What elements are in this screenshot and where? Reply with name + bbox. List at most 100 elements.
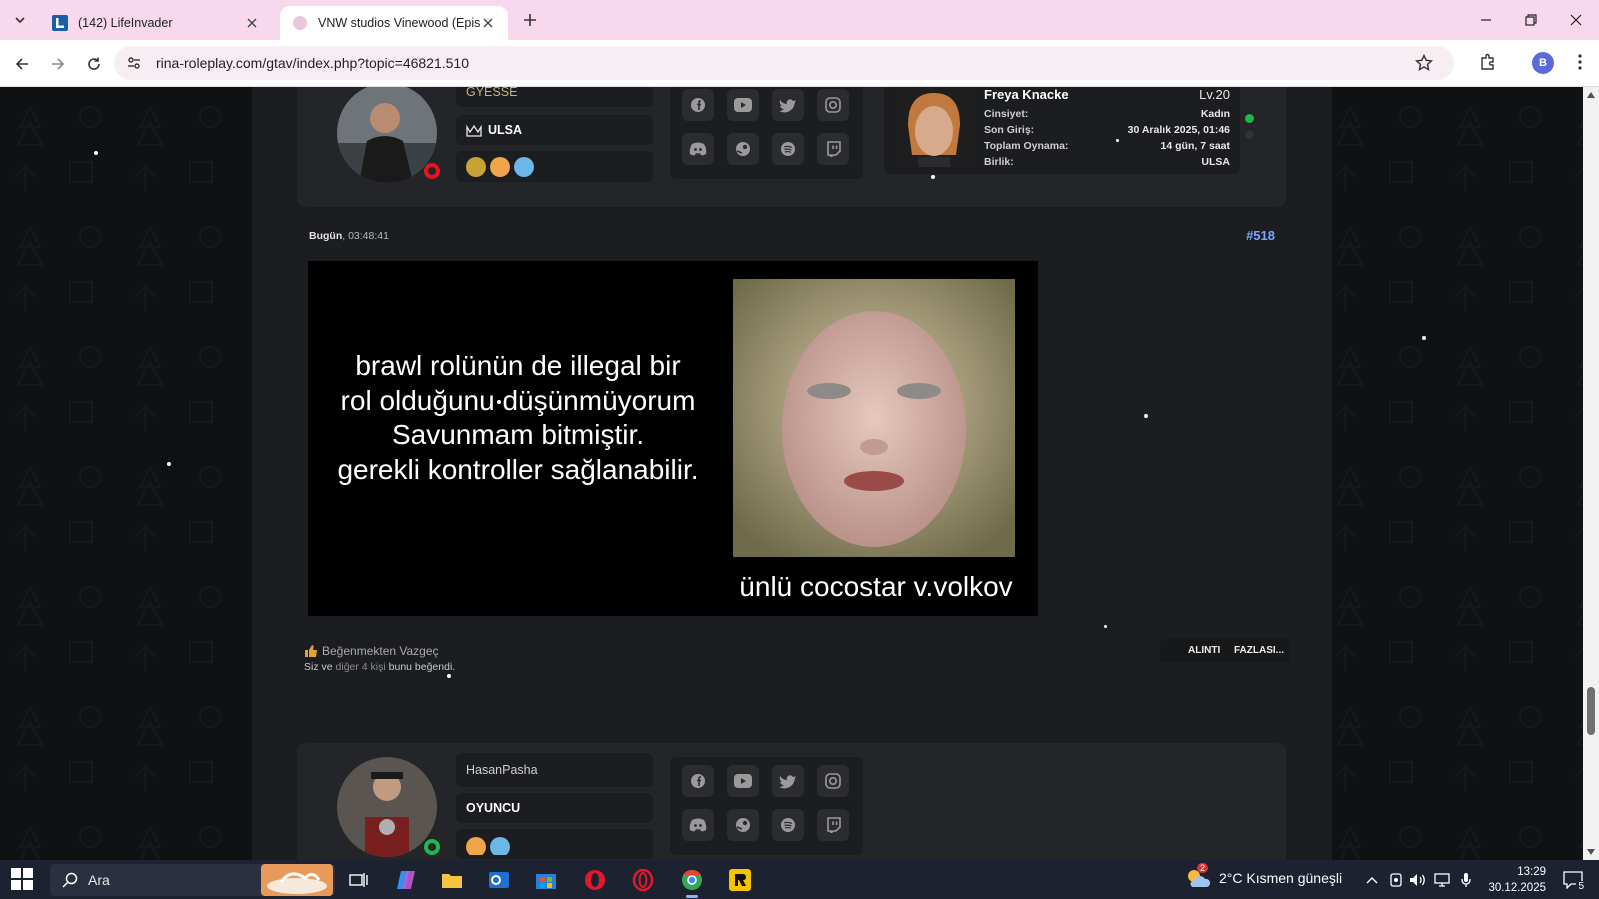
youtube-icon[interactable] [727, 765, 759, 797]
offline-status-icon [424, 163, 440, 179]
badges-pill [456, 829, 653, 859]
post-image[interactable]: brawl rolünün de illegal bir rol olduğun… [308, 261, 1038, 616]
scrollbar-thumb[interactable] [1587, 687, 1595, 735]
row-value: 14 gün, 7 saat [1160, 140, 1230, 152]
meme-face-image [733, 279, 1015, 557]
url-text[interactable]: rina-roleplay.com/gtav/index.php?topic=4… [156, 55, 469, 71]
task-view-icon[interactable] [344, 865, 374, 895]
reload-button[interactable] [80, 50, 108, 78]
browser-toolbar: rina-roleplay.com/gtav/index.php?topic=4… [0, 40, 1599, 87]
chevron-up-icon[interactable] [1362, 870, 1382, 890]
scroll-up-icon[interactable] [1586, 90, 1596, 100]
volume-icon[interactable] [1408, 870, 1428, 890]
character-name[interactable]: Freya Knacke [984, 87, 1069, 102]
chrome-icon[interactable] [677, 865, 707, 898]
badges-icon [466, 156, 534, 177]
file-explorer-icon[interactable] [437, 865, 467, 895]
character-row-gender: Cinsiyet: Kadın [984, 108, 1230, 120]
close-window-button[interactable] [1553, 0, 1598, 40]
tab-lifeinvader[interactable]: (142) LifeInvader [40, 6, 272, 40]
facebook-icon[interactable] [682, 89, 714, 121]
twitch-icon[interactable] [817, 133, 849, 165]
post-number-link[interactable]: #518 [1246, 228, 1275, 243]
meme-line: Savunmam bitmiştir. [391, 419, 645, 450]
windows-start-button[interactable] [10, 867, 36, 893]
instagram-icon[interactable] [817, 89, 849, 121]
opera-gx-icon[interactable] [628, 865, 658, 895]
facebook-icon[interactable] [682, 765, 714, 797]
spotify-icon[interactable] [772, 809, 804, 841]
close-icon[interactable] [480, 15, 496, 31]
row-key: Cinsiyet: [984, 108, 1029, 120]
notifications-button[interactable]: 5 [1562, 869, 1586, 892]
clock-time: 13:29 [1517, 866, 1546, 878]
minimize-button[interactable] [1463, 0, 1508, 40]
page-scrollbar[interactable] [1583, 87, 1599, 860]
quote-button[interactable]: ALINTI [1188, 645, 1220, 656]
spotify-icon[interactable] [772, 133, 804, 165]
notification-count: 5 [1576, 881, 1586, 892]
unlike-label[interactable]: Beğenmekten Vazgeç [322, 644, 439, 658]
unlike-button[interactable]: Beğenmekten Vazgeç [304, 644, 439, 658]
microphone-icon[interactable] [1456, 870, 1476, 890]
more-button[interactable]: FAZLASI... [1234, 645, 1284, 656]
twitter-icon[interactable] [772, 89, 804, 121]
extensions-icon[interactable] [1476, 50, 1500, 74]
search-highlight-image [261, 864, 333, 896]
post-date-time: , 03:48:41 [342, 230, 389, 242]
new-tab-button[interactable] [518, 8, 542, 32]
tab-search-button[interactable] [8, 8, 32, 32]
rockstar-launcher-icon[interactable] [725, 865, 755, 895]
likers-others-link[interactable]: diğer 4 kişi [336, 661, 386, 673]
username[interactable]: HasanPasha [466, 763, 538, 777]
snowflake [447, 674, 451, 678]
bookmark-star-icon[interactable] [1414, 53, 1434, 73]
avatar[interactable] [337, 87, 437, 183]
faction-pill: ULSA [456, 115, 653, 145]
status-dot [1245, 130, 1254, 139]
clock-date: 30.12.2025 [1488, 882, 1546, 894]
taskbar-clock[interactable]: 13:29 30.12.2025 [1480, 864, 1546, 896]
chevron-down-icon [15, 17, 25, 24]
meme-caption: ünlü cocostar v.volkov [739, 571, 1013, 602]
twitter-icon[interactable] [772, 765, 804, 797]
close-icon[interactable] [244, 15, 260, 31]
discord-icon[interactable] [682, 809, 714, 841]
instagram-icon[interactable] [817, 765, 849, 797]
weather-widget[interactable]: 2 2°C Kısmen güneşli [1185, 863, 1342, 889]
store-icon[interactable] [531, 865, 561, 895]
username[interactable]: GYESSE [466, 87, 517, 99]
outlook-icon[interactable] [484, 865, 514, 895]
minimize-icon [1480, 19, 1491, 21]
copilot-icon[interactable] [391, 865, 421, 895]
menu-dots-icon[interactable] [1568, 50, 1592, 74]
profile-avatar[interactable]: B [1532, 52, 1554, 74]
restore-icon [1524, 14, 1537, 26]
snowflake [931, 175, 935, 179]
steam-icon[interactable] [727, 133, 759, 165]
close-icon [1570, 14, 1581, 26]
back-button[interactable] [8, 50, 36, 78]
arrow-left-icon [15, 58, 28, 70]
username-pill: GYESSE [456, 87, 653, 107]
scroll-down-icon[interactable] [1586, 847, 1596, 857]
online-status-icon [424, 839, 440, 855]
tab-vnw-studios[interactable]: VNW studios Vinewood (Episode [280, 6, 508, 40]
taskbar-search-box[interactable]: Ara [50, 864, 335, 896]
rank-name: OYUNCU [466, 801, 521, 815]
meet-now-icon[interactable] [1386, 870, 1406, 890]
discord-icon[interactable] [682, 133, 714, 165]
youtube-icon[interactable] [727, 89, 759, 121]
row-key: Toplam Oynama: [984, 140, 1069, 152]
reload-icon [88, 57, 100, 70]
restore-button[interactable] [1508, 0, 1553, 40]
avatar[interactable] [337, 757, 437, 857]
site-info-icon[interactable] [124, 53, 144, 73]
address-bar[interactable]: rina-roleplay.com/gtav/index.php?topic=4… [114, 46, 1454, 80]
character-card[interactable]: Freya Knacke Lv.20 Cinsiyet: Kadın Son G… [884, 87, 1240, 174]
forward-button[interactable] [44, 50, 72, 78]
network-icon[interactable] [1432, 870, 1452, 890]
opera-icon[interactable] [580, 865, 610, 895]
twitch-icon[interactable] [817, 809, 849, 841]
steam-icon[interactable] [727, 809, 759, 841]
